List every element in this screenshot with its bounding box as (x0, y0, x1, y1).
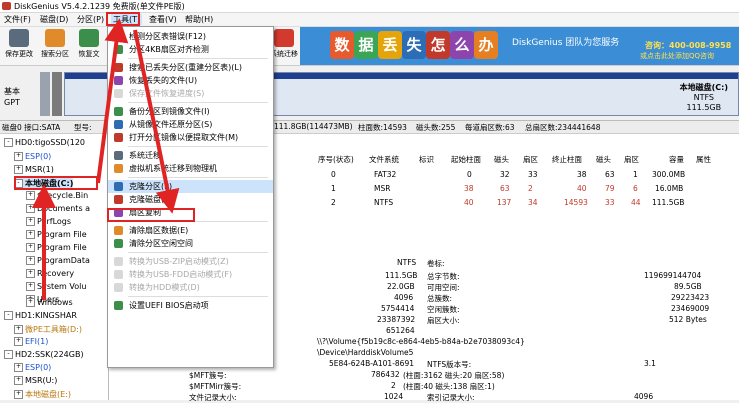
arrow-to-clone-partition (133, 29, 180, 214)
arrow-to-tools-menu (96, 18, 129, 184)
annotation-arrows (32, 18, 180, 300)
